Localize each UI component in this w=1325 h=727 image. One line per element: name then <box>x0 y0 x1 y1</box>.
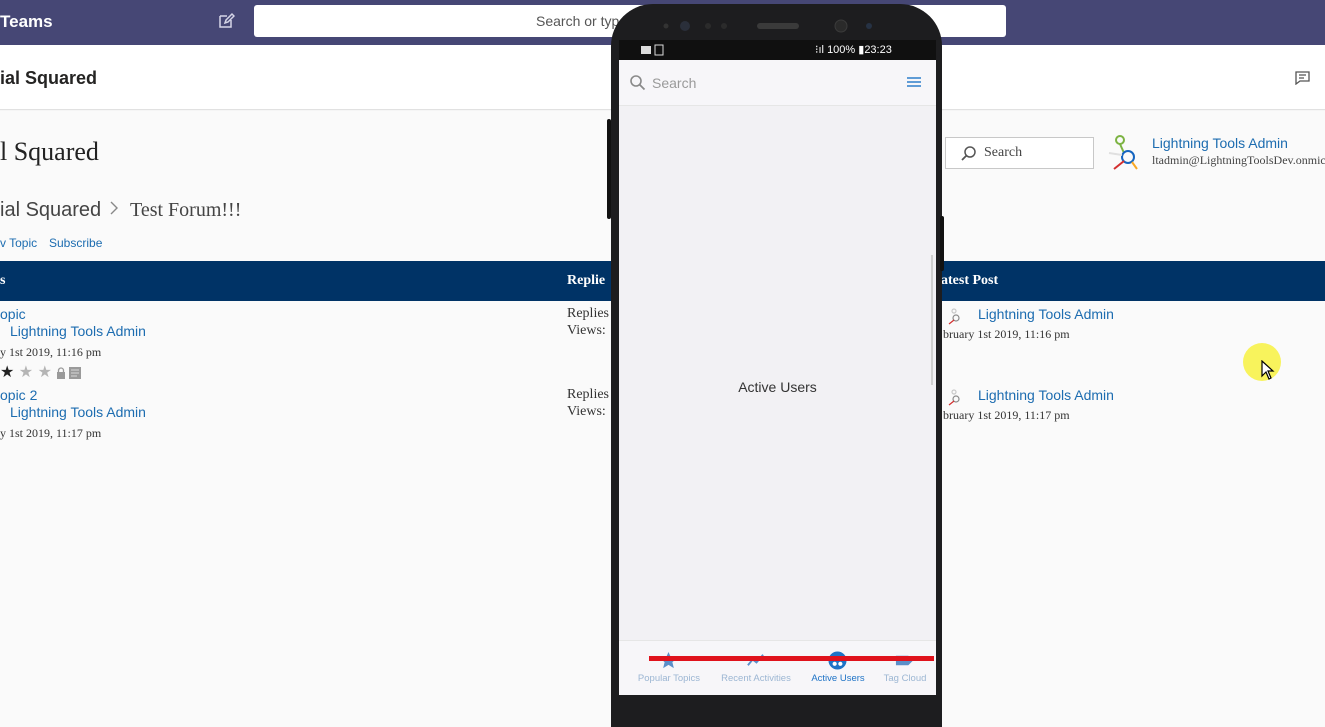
notification-icons <box>641 44 664 56</box>
star-filled-icon[interactable]: ★ <box>0 364 14 381</box>
subscribe-link[interactable]: Subscribe <box>49 236 102 250</box>
power-button <box>940 216 944 271</box>
app-search-bar[interactable]: Search <box>619 60 936 106</box>
annotation-red-underline <box>649 656 934 661</box>
battery-icon: ▮ <box>855 44 865 56</box>
forum-heading: l Squared <box>0 137 99 166</box>
topic-author[interactable]: Lightning Tools Admin <box>10 404 146 420</box>
chevron-right-icon <box>110 201 118 215</box>
phone-sensors-icon <box>663 19 872 33</box>
topic-rating[interactable]: ★ ★ ★ <box>0 365 52 381</box>
forum-search-label: Search <box>984 145 1023 160</box>
clock: 23:23 <box>864 44 892 56</box>
tab-label: Recent Activities <box>721 673 791 684</box>
signal-icon: ⁝ıl <box>815 44 828 56</box>
phone-bottom-bezel <box>611 696 942 727</box>
teams-search-placeholder: Search or typ <box>536 13 620 29</box>
topic-author[interactable]: Lightning Tools Admin <box>10 323 146 339</box>
tab-popular-topics[interactable]: Popular Topics <box>629 641 709 691</box>
active-users-content: Active Users <box>738 379 817 395</box>
forum-search-box[interactable]: Search <box>945 137 1094 169</box>
latest-post-author[interactable]: Lightning Tools Admin <box>978 306 1114 322</box>
latest-post-date: bruary 1st 2019, 11:16 pm <box>943 327 1070 341</box>
replies-label: Replies <box>567 306 609 321</box>
latest-post-date: bruary 1st 2019, 11:17 pm <box>943 408 1070 422</box>
replies-label: Replies <box>567 387 609 402</box>
views-label: Views: <box>567 404 606 419</box>
topic-title[interactable]: opic 2 <box>0 387 37 403</box>
star-empty-icon[interactable]: ★ <box>14 364 33 381</box>
new-topic-link[interactable]: v Topic <box>0 236 37 250</box>
tab-label: Tag Cloud <box>883 673 927 684</box>
search-icon <box>630 75 646 91</box>
hamburger-menu-icon[interactable] <box>907 76 921 88</box>
user-avatar[interactable] <box>1106 133 1142 173</box>
chat-icon[interactable] <box>1295 71 1310 85</box>
user-email: ltadmin@LightningToolsDev.onmic <box>1152 153 1325 167</box>
lock-icon <box>57 367 65 379</box>
phone-screen: ⁝ıl 100% ▮23:23 Search Active Users Popu… <box>619 40 936 695</box>
column-latest-post[interactable]: atest Post <box>941 273 998 289</box>
latest-author-avatar <box>948 389 960 406</box>
breadcrumb-current: Test Forum!!! <box>130 199 242 221</box>
tab-label: Popular Topics <box>637 673 701 684</box>
status-info: ⁝ıl 100% ▮23:23 <box>815 43 892 56</box>
document-icon <box>69 367 81 379</box>
tab-recent-activities[interactable]: Recent Activities <box>716 641 796 691</box>
latest-post-author[interactable]: Lightning Tools Admin <box>978 387 1114 403</box>
topic-date: y 1st 2019, 11:17 pm <box>0 426 102 440</box>
volume-button <box>607 119 611 219</box>
views-label: Views: <box>567 323 606 338</box>
breadcrumb-root[interactable]: ial Squared <box>0 199 101 222</box>
topic-date: y 1st 2019, 11:16 pm <box>0 345 102 359</box>
bottom-tab-bar: Popular Topics Recent Activities Active … <box>619 640 936 695</box>
topic-title[interactable]: opic <box>0 306 26 322</box>
phone-frame: ⁝ıl 100% ▮23:23 Search Active Users Popu… <box>607 4 944 727</box>
tab-tag-cloud[interactable]: Tag Cloud <box>865 641 936 691</box>
app-title: Teams <box>0 12 53 31</box>
column-topics[interactable]: s <box>0 273 5 289</box>
scrollbar[interactable] <box>931 255 933 385</box>
mouse-cursor-icon <box>1261 360 1275 380</box>
status-bar: ⁝ıl 100% ▮23:23 <box>619 40 936 60</box>
app-search-placeholder: Search <box>652 75 697 91</box>
breadcrumb-separator <box>109 200 119 221</box>
user-name[interactable]: Lightning Tools Admin <box>1152 135 1288 151</box>
compose-icon[interactable] <box>217 12 235 30</box>
star-empty-icon[interactable]: ★ <box>33 364 52 381</box>
search-icon <box>961 146 976 161</box>
channel-title: ial Squared <box>0 68 98 88</box>
battery-level: 100% <box>827 44 856 56</box>
latest-author-avatar <box>948 308 960 325</box>
column-replies[interactable]: Replie <box>567 273 605 289</box>
